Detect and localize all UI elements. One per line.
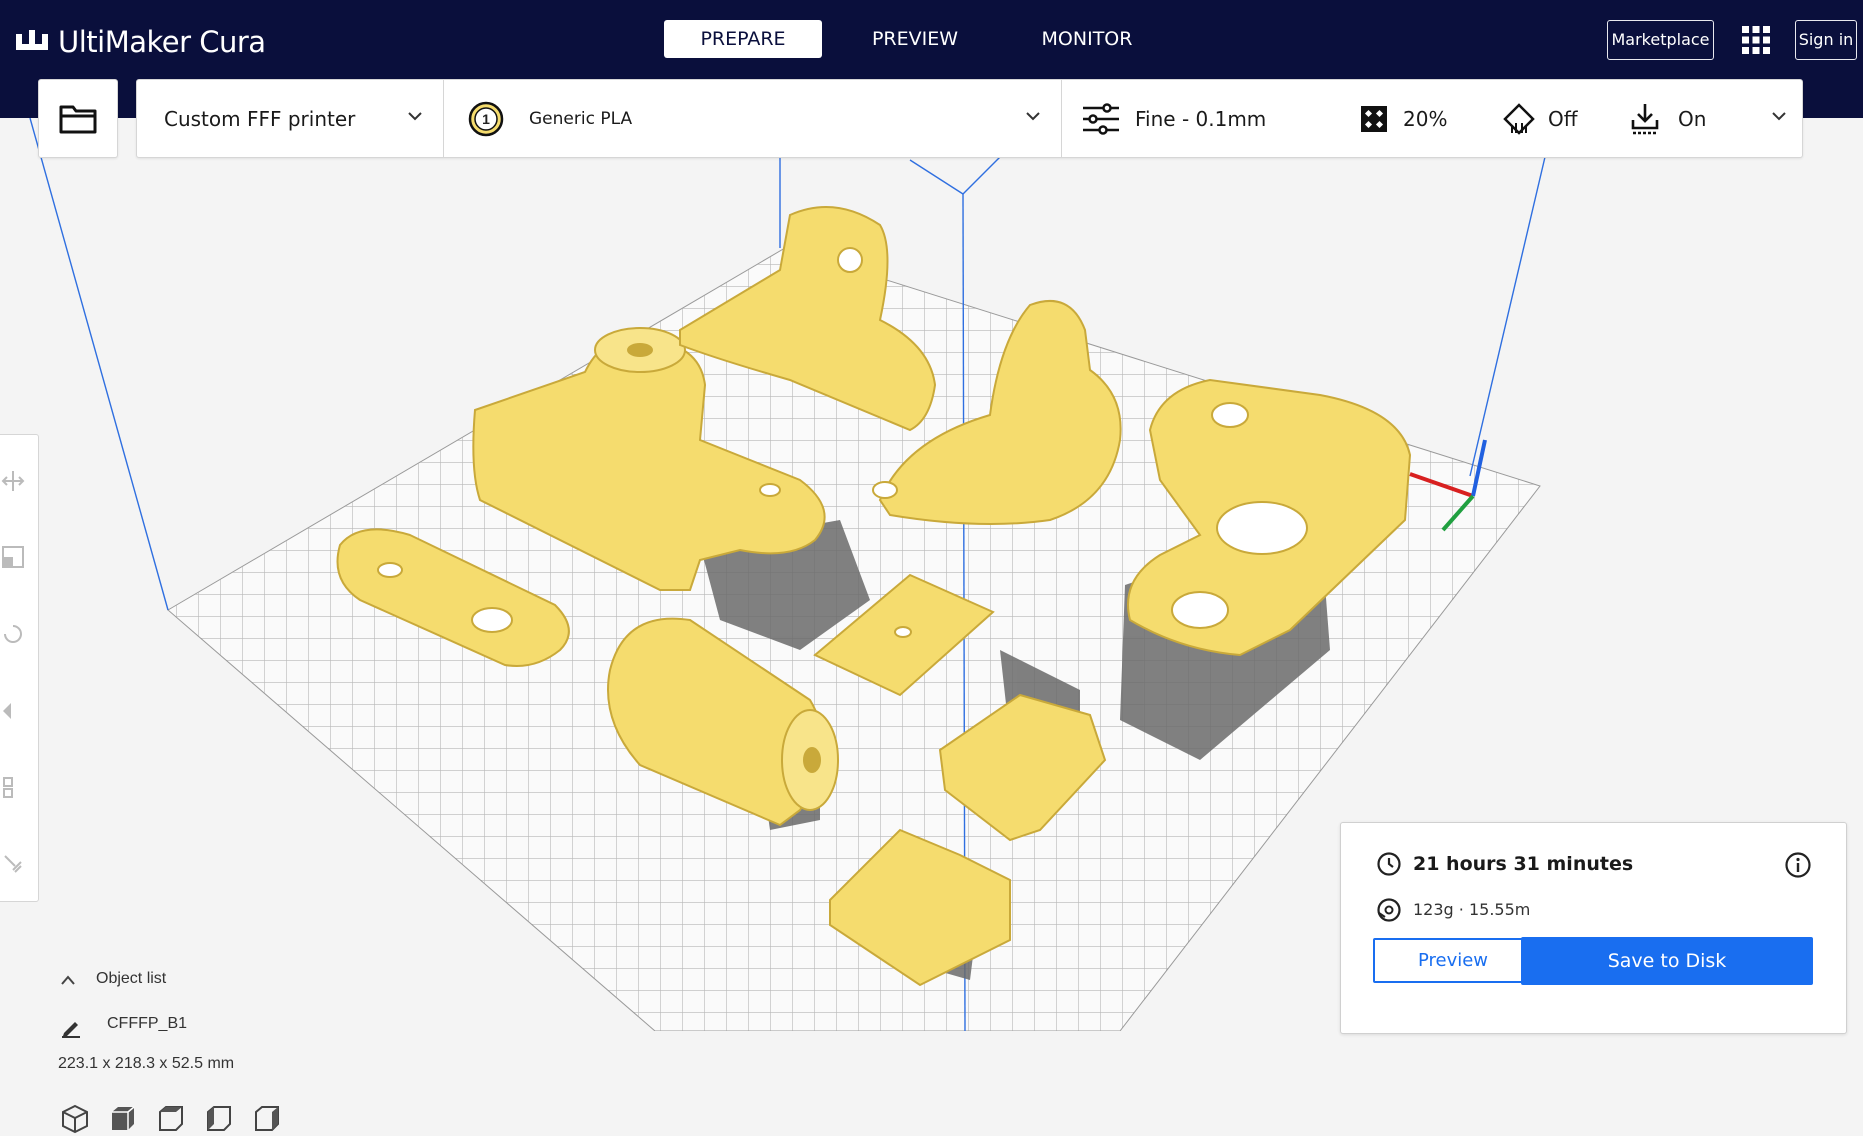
profile-name: Fine - 0.1mm <box>1135 106 1267 131</box>
marketplace-button[interactable]: Marketplace <box>1607 20 1714 60</box>
rotate-tool-icon[interactable] <box>0 620 27 648</box>
object-list-toggle[interactable]: Object list <box>96 970 166 988</box>
material-name: Generic PLA <box>529 108 633 129</box>
chevron-down-icon[interactable] <box>1771 109 1787 123</box>
profile-selector[interactable]: Fine - 0.1mm <box>1081 80 1311 157</box>
material-usage: 123g · 15.55m <box>1413 900 1531 919</box>
preview-button[interactable]: Preview <box>1373 938 1533 983</box>
infill-indicator[interactable]: 20% <box>1359 80 1469 157</box>
per-model-settings-icon[interactable] <box>0 773 27 801</box>
info-icon[interactable] <box>1784 851 1812 879</box>
extruder-icon: 1 <box>467 100 505 138</box>
object-name[interactable]: CFFFP_B1 <box>107 1015 187 1033</box>
adhesion-indicator[interactable]: On <box>1630 80 1740 157</box>
view-front-icon[interactable] <box>106 1102 140 1136</box>
mirror-tool-icon[interactable] <box>0 697 27 725</box>
chevron-down-icon[interactable] <box>407 109 423 123</box>
scale-tool-icon[interactable] <box>0 543 27 571</box>
adhesion-value: On <box>1678 106 1707 131</box>
3d-viewport[interactable]: Object list CFFFP_B1 223.1 x 218.3 x 52.… <box>0 117 1863 1134</box>
tab-prepare[interactable]: PREPARE <box>664 20 822 58</box>
view-right-icon[interactable] <box>250 1102 284 1136</box>
infill-value: 20% <box>1403 106 1448 131</box>
view-left-icon[interactable] <box>202 1102 236 1136</box>
support-blocker-icon[interactable] <box>0 850 27 878</box>
view-top-icon[interactable] <box>154 1102 188 1136</box>
app-title: UltiMaker Cura <box>58 25 266 59</box>
object-dimensions: 223.1 x 218.3 x 52.5 mm <box>58 1055 235 1072</box>
filament-spool-icon <box>1377 898 1401 922</box>
chevron-up-icon[interactable] <box>60 974 76 986</box>
sign-in-button[interactable]: Sign in <box>1795 20 1857 60</box>
adhesion-icon <box>1631 103 1659 134</box>
stage-tabs: PREPARE PREVIEW MONITOR <box>664 20 1180 58</box>
printer-name: Custom FFF printer <box>164 106 356 131</box>
save-to-disk-button[interactable]: Save to Disk <box>1521 937 1813 985</box>
move-tool-icon[interactable] <box>0 467 27 495</box>
apps-grid-icon[interactable] <box>1740 24 1772 56</box>
print-info-panel: 21 hours 31 minutes 123g · 15.55m Previe… <box>1340 822 1847 1034</box>
support-indicator[interactable]: Off <box>1502 80 1612 157</box>
print-time: 21 hours 31 minutes <box>1413 853 1634 875</box>
extruder-number: 1 <box>482 110 490 127</box>
chevron-down-icon[interactable] <box>1025 109 1041 123</box>
app-logo: UltiMaker Cura <box>14 22 266 62</box>
view-3d-icon[interactable] <box>58 1102 92 1136</box>
tab-monitor[interactable]: MONITOR <box>1008 20 1166 58</box>
support-icon <box>1503 102 1535 135</box>
clock-icon <box>1377 852 1401 876</box>
edit-pencil-icon[interactable] <box>60 1016 82 1038</box>
sliders-icon <box>1083 102 1119 135</box>
folder-icon <box>59 105 97 133</box>
infill-icon <box>1361 105 1387 132</box>
ultimaker-logo-icon <box>16 30 48 50</box>
material-selector[interactable]: 1 Generic PLA <box>467 80 1047 157</box>
tool-panel <box>0 434 39 902</box>
print-setup-toolbar: Custom FFF printer 1 Generic PLA Fine - … <box>136 79 1803 158</box>
support-value: Off <box>1548 106 1578 131</box>
open-file-button[interactable] <box>38 79 118 158</box>
tab-preview[interactable]: PREVIEW <box>836 20 994 58</box>
